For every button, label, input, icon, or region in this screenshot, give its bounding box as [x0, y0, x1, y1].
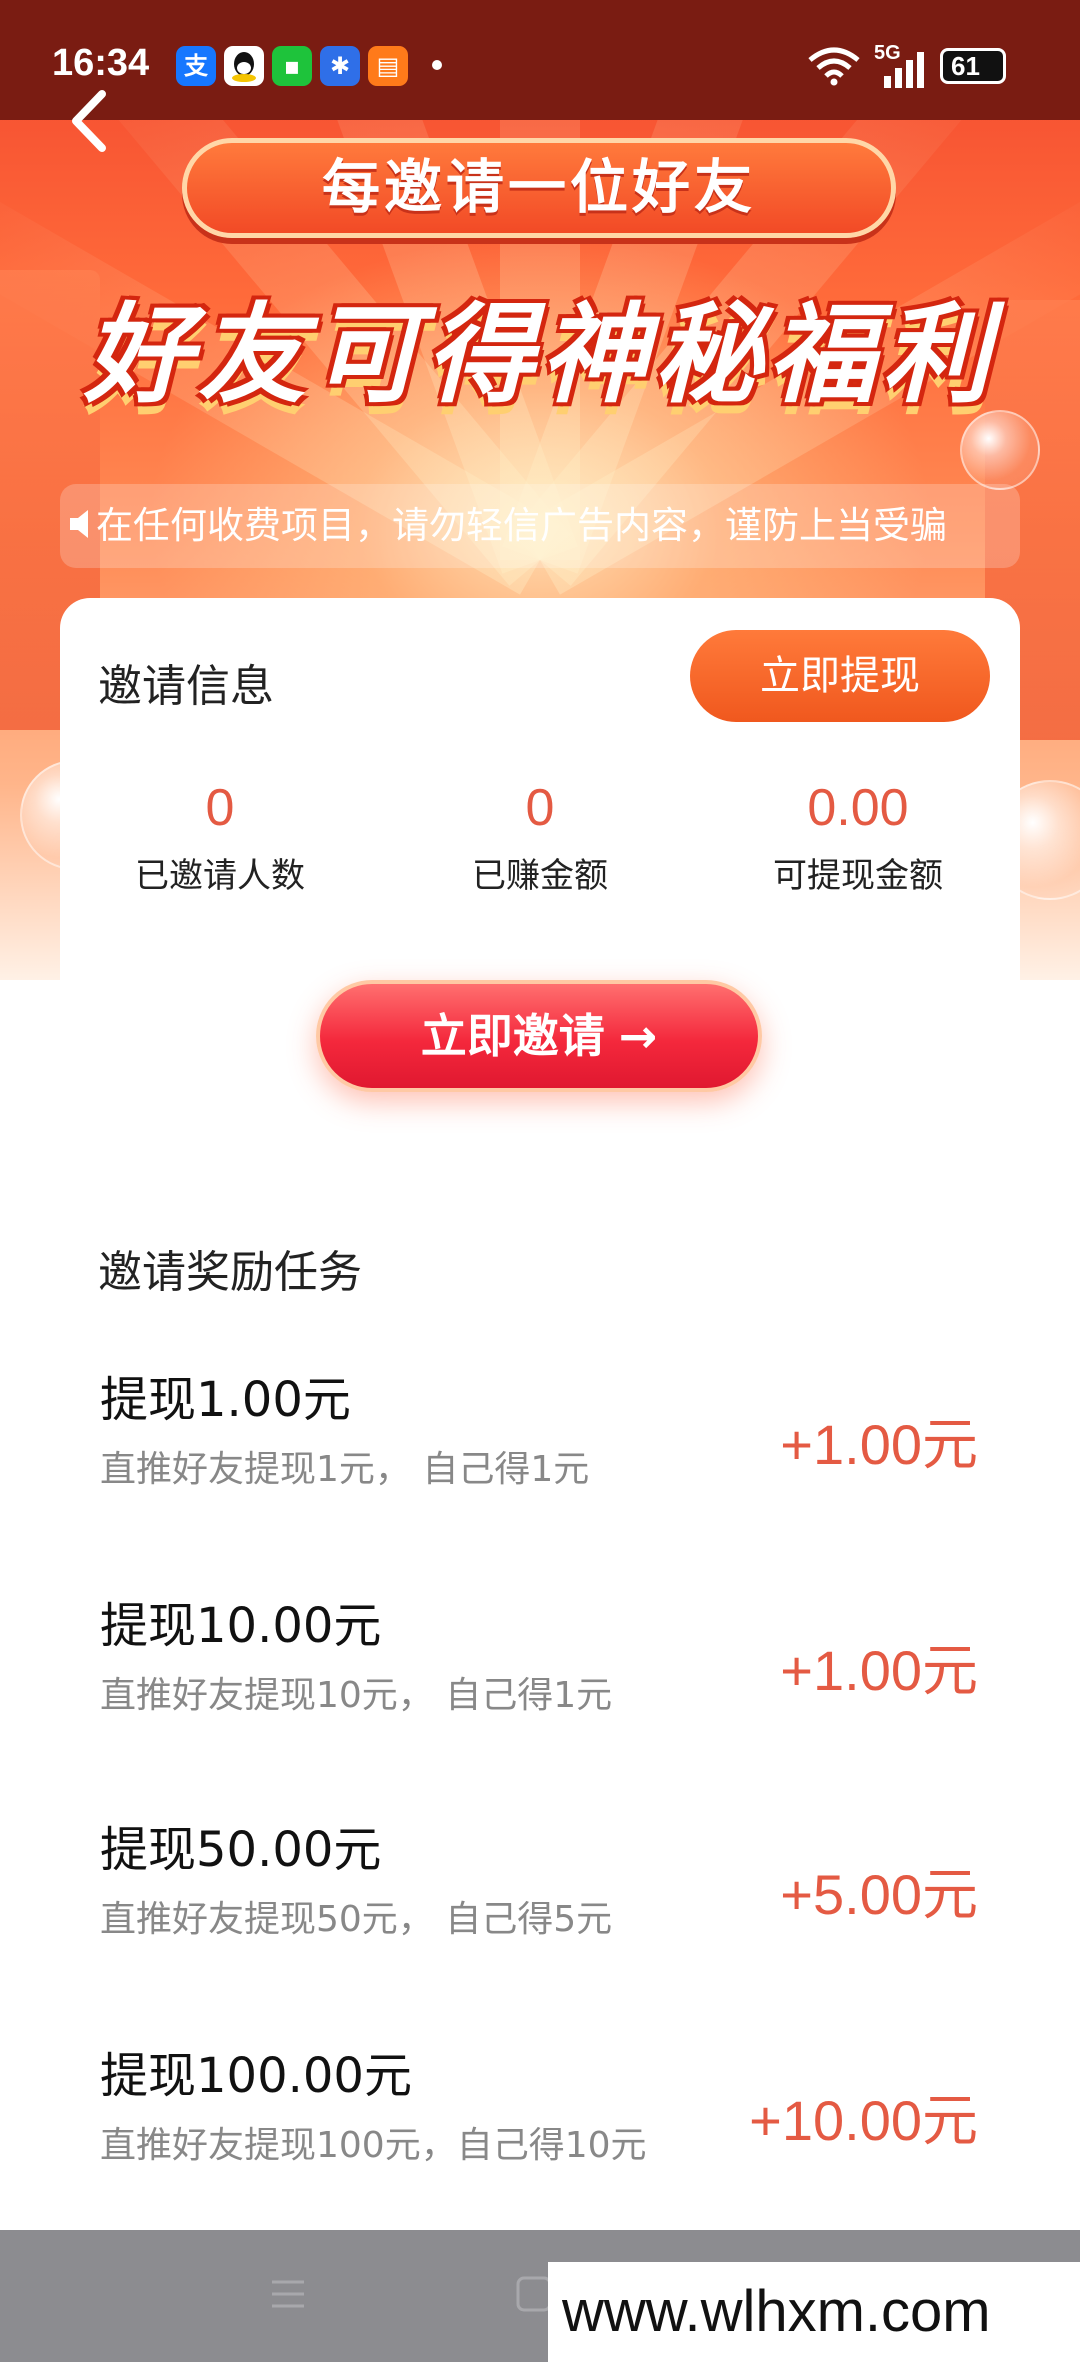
task-desc: 直推好友提现50元， 自己得5元: [100, 1899, 613, 1940]
battery-icon: 61: [940, 48, 1006, 84]
task-desc: 直推好友提现10元， 自己得1元: [100, 1675, 613, 1716]
battery-level: 61: [951, 51, 980, 81]
withdraw-now-button[interactable]: 立即提现: [690, 630, 990, 722]
notification-dot: [432, 60, 442, 70]
status-time: 16:34: [52, 42, 150, 84]
banner-title: 好友可得神秘福利: [83, 293, 996, 418]
stat-value: 0.00: [807, 779, 909, 837]
green-app-icon: ▪: [272, 46, 312, 86]
banner-subtitle: 每邀请一位好友: [182, 138, 896, 238]
blue-app-icon: ✱: [320, 46, 360, 86]
task-desc: 直推好友提现100元，自己得10元: [100, 2125, 647, 2166]
task-reward: +5.00元: [780, 1863, 978, 1926]
stat-label: 已赚金额: [472, 856, 608, 896]
task-title: 提现100.00元: [100, 2048, 412, 2104]
stat-invited-count: 0 已邀请人数: [70, 778, 370, 897]
invite-info-title: 邀请信息: [98, 661, 274, 712]
signal-icon: [884, 52, 924, 88]
reward-tasks-title: 邀请奖励任务: [98, 1247, 362, 1298]
stat-label: 已邀请人数: [135, 856, 305, 896]
task-desc: 直推好友提现1元， 自己得1元: [100, 1449, 590, 1490]
task-title: 提现10.00元: [100, 1598, 382, 1654]
stat-value: 0: [205, 779, 235, 837]
qq-icon: [224, 46, 264, 86]
invite-info-card: 邀请信息 立即提现 0 已邀请人数 0 已赚金额 0.00 可提现金额: [60, 598, 1020, 1018]
task-item: 提现1.00元 直推好友提现1元， 自己得1元 +1.00元: [0, 1360, 1080, 1560]
task-item: 提现100.00元 直推好友提现100元，自己得10元 +10.00元: [0, 2036, 1080, 2236]
menu-icon[interactable]: [268, 2274, 308, 2314]
stat-label: 可提现金额: [773, 856, 943, 896]
task-reward: +1.00元: [780, 1639, 978, 1702]
invite-now-button[interactable]: 立即邀请 →: [316, 980, 762, 1092]
arrow-right-icon: →: [618, 1009, 658, 1063]
stat-value: 0: [525, 779, 555, 837]
notice-text: 在任何收费项目，请勿轻信广告内容，谨防上当受骗: [96, 504, 947, 547]
alipay-icon: 支: [176, 46, 216, 86]
stat-earned-amount: 0 已赚金额: [390, 778, 690, 897]
task-title: 提现1.00元: [100, 1372, 351, 1428]
task-title: 提现50.00元: [100, 1822, 382, 1878]
status-bar: 16:34 支 ▪ ✱ ▤ 5G 61: [0, 0, 1080, 120]
task-item: 提现10.00元 直推好友提现10元， 自己得1元 +1.00元: [0, 1586, 1080, 1786]
books-app-icon: ▤: [368, 46, 408, 86]
watermark: www.wlhxm.com: [548, 2262, 1080, 2362]
wifi-icon: [808, 47, 860, 86]
task-item: 提现50.00元 直推好友提现50元， 自己得5元 +5.00元: [0, 1810, 1080, 2010]
speaker-icon: [70, 510, 88, 538]
notice-bar: 在任何收费项目，请勿轻信广告内容，谨防上当受骗: [60, 484, 1020, 568]
stat-withdrawable-amount: 0.00 可提现金额: [708, 778, 1008, 897]
task-reward: +1.00元: [780, 1413, 978, 1476]
invite-now-label: 立即邀请: [420, 1009, 605, 1063]
task-reward: +10.00元: [749, 2089, 978, 2152]
back-arrow-icon[interactable]: [62, 86, 122, 156]
